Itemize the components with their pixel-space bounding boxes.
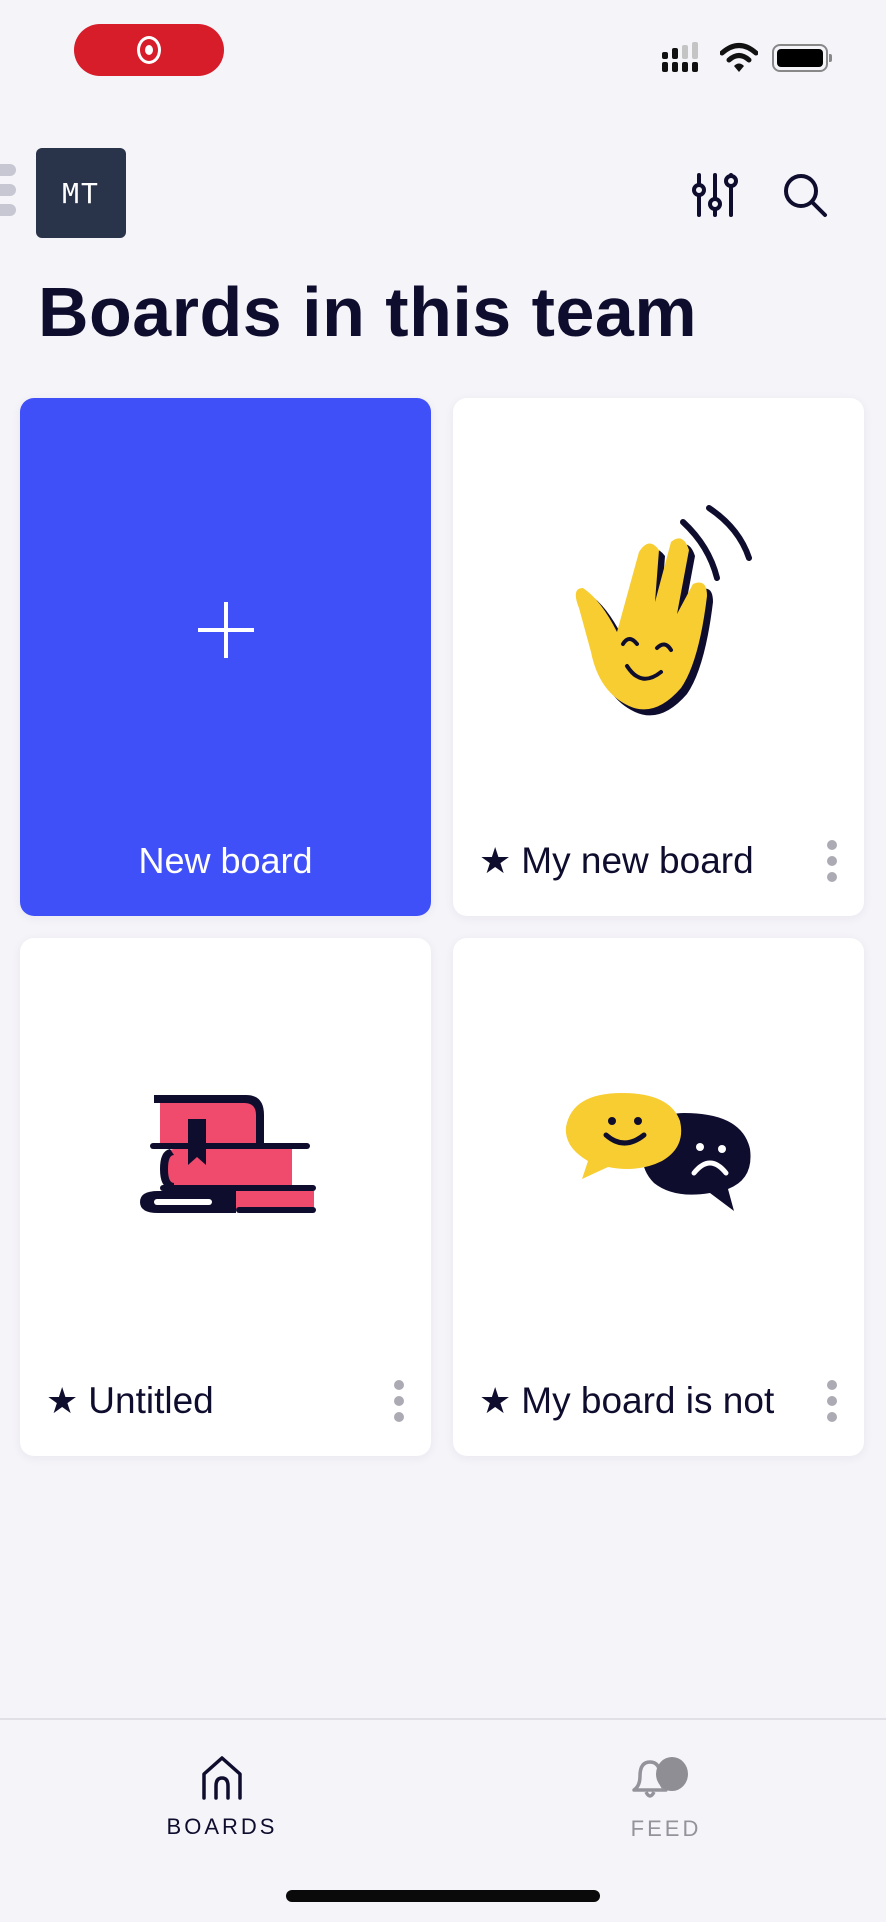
tab-feed-label: FEED xyxy=(630,1816,702,1841)
board-card-footer: ★ My new board xyxy=(479,836,844,886)
star-icon[interactable]: ★ xyxy=(46,1383,78,1419)
cellular-signal-icon xyxy=(662,42,698,72)
boards-grid: New board ★ My new board ★ Untitled ★ My… xyxy=(20,398,866,1456)
status-icons xyxy=(662,42,832,74)
tab-boards[interactable]: BOARDS xyxy=(122,1756,322,1840)
team-avatar[interactable]: MT xyxy=(36,148,126,238)
board-card[interactable]: ★ My board is not xyxy=(453,938,864,1456)
bell-icon xyxy=(632,1757,688,1798)
books-icon xyxy=(139,1095,316,1213)
plus-icon xyxy=(197,602,254,658)
search-button[interactable] xyxy=(780,170,830,220)
board-card[interactable]: ★ My new board xyxy=(453,398,864,916)
chat-bubbles-icon xyxy=(565,1093,751,1211)
more-options-button[interactable] xyxy=(820,836,844,886)
screen-recording-indicator[interactable] xyxy=(74,24,224,76)
search-icon xyxy=(784,174,827,217)
page-title: Boards in this team xyxy=(38,273,698,351)
star-icon[interactable]: ★ xyxy=(479,1383,511,1419)
board-card-footer: ★ Untitled xyxy=(46,1376,411,1426)
home-indicator[interactable] xyxy=(286,1890,600,1902)
board-title: My new board xyxy=(521,840,754,881)
new-board-card[interactable]: New board xyxy=(20,398,431,916)
battery-icon xyxy=(772,44,832,72)
home-icon xyxy=(202,1756,242,1800)
tab-boards-label: BOARDS xyxy=(166,1814,278,1839)
waving-hand-icon xyxy=(575,505,752,716)
header: MT xyxy=(0,140,886,240)
board-title: Untitled xyxy=(88,1380,214,1421)
more-options-button[interactable] xyxy=(820,1376,844,1426)
wifi-icon xyxy=(720,43,758,72)
filter-button[interactable] xyxy=(690,170,740,220)
star-icon[interactable]: ★ xyxy=(479,843,511,879)
record-icon xyxy=(137,36,161,64)
board-card[interactable]: ★ Untitled xyxy=(20,938,431,1456)
status-bar xyxy=(0,0,886,110)
tab-feed[interactable]: FEED xyxy=(566,1756,766,1842)
board-card-footer: ★ My board is not xyxy=(479,1376,844,1426)
more-options-button[interactable] xyxy=(387,1376,411,1426)
sliders-icon xyxy=(692,173,738,217)
notification-badge xyxy=(656,1757,688,1791)
board-title: My board is not xyxy=(521,1380,775,1421)
drawer-handle[interactable] xyxy=(0,164,16,224)
header-actions xyxy=(690,170,830,220)
new-board-label: New board xyxy=(138,840,313,881)
